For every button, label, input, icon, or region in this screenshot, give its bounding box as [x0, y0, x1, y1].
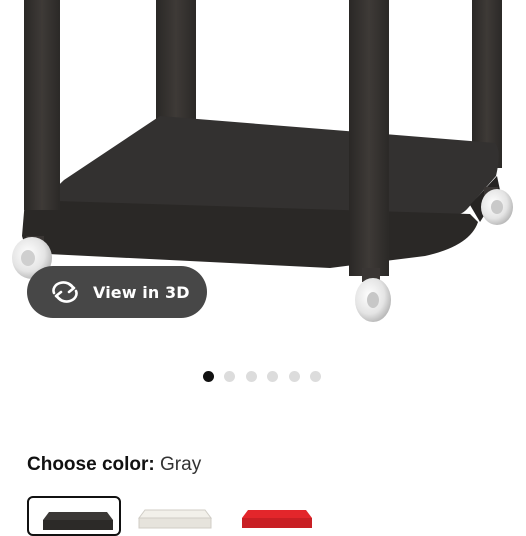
view-in-3d-label: View in 3D [93, 282, 190, 302]
color-swatch-gray[interactable] [27, 496, 121, 536]
carousel-dot[interactable] [309, 371, 321, 382]
carousel-dot[interactable] [288, 371, 300, 382]
color-swatch-red[interactable] [236, 496, 330, 536]
choose-color-heading: Choose color: Gray [27, 454, 201, 476]
carousel-dot[interactable] [267, 371, 279, 382]
view-in-3d-button[interactable]: View in 3D [27, 266, 207, 318]
selected-color-value: Gray [160, 454, 202, 475]
carousel-dot[interactable] [224, 371, 236, 382]
carousel-dot[interactable] [203, 371, 214, 382]
rotate-3d-icon [52, 281, 78, 303]
color-swatch-white[interactable] [133, 496, 227, 536]
carousel-dot[interactable] [245, 371, 257, 382]
choose-color-label: Choose color: [27, 454, 155, 475]
carousel-indicator [203, 371, 331, 382]
